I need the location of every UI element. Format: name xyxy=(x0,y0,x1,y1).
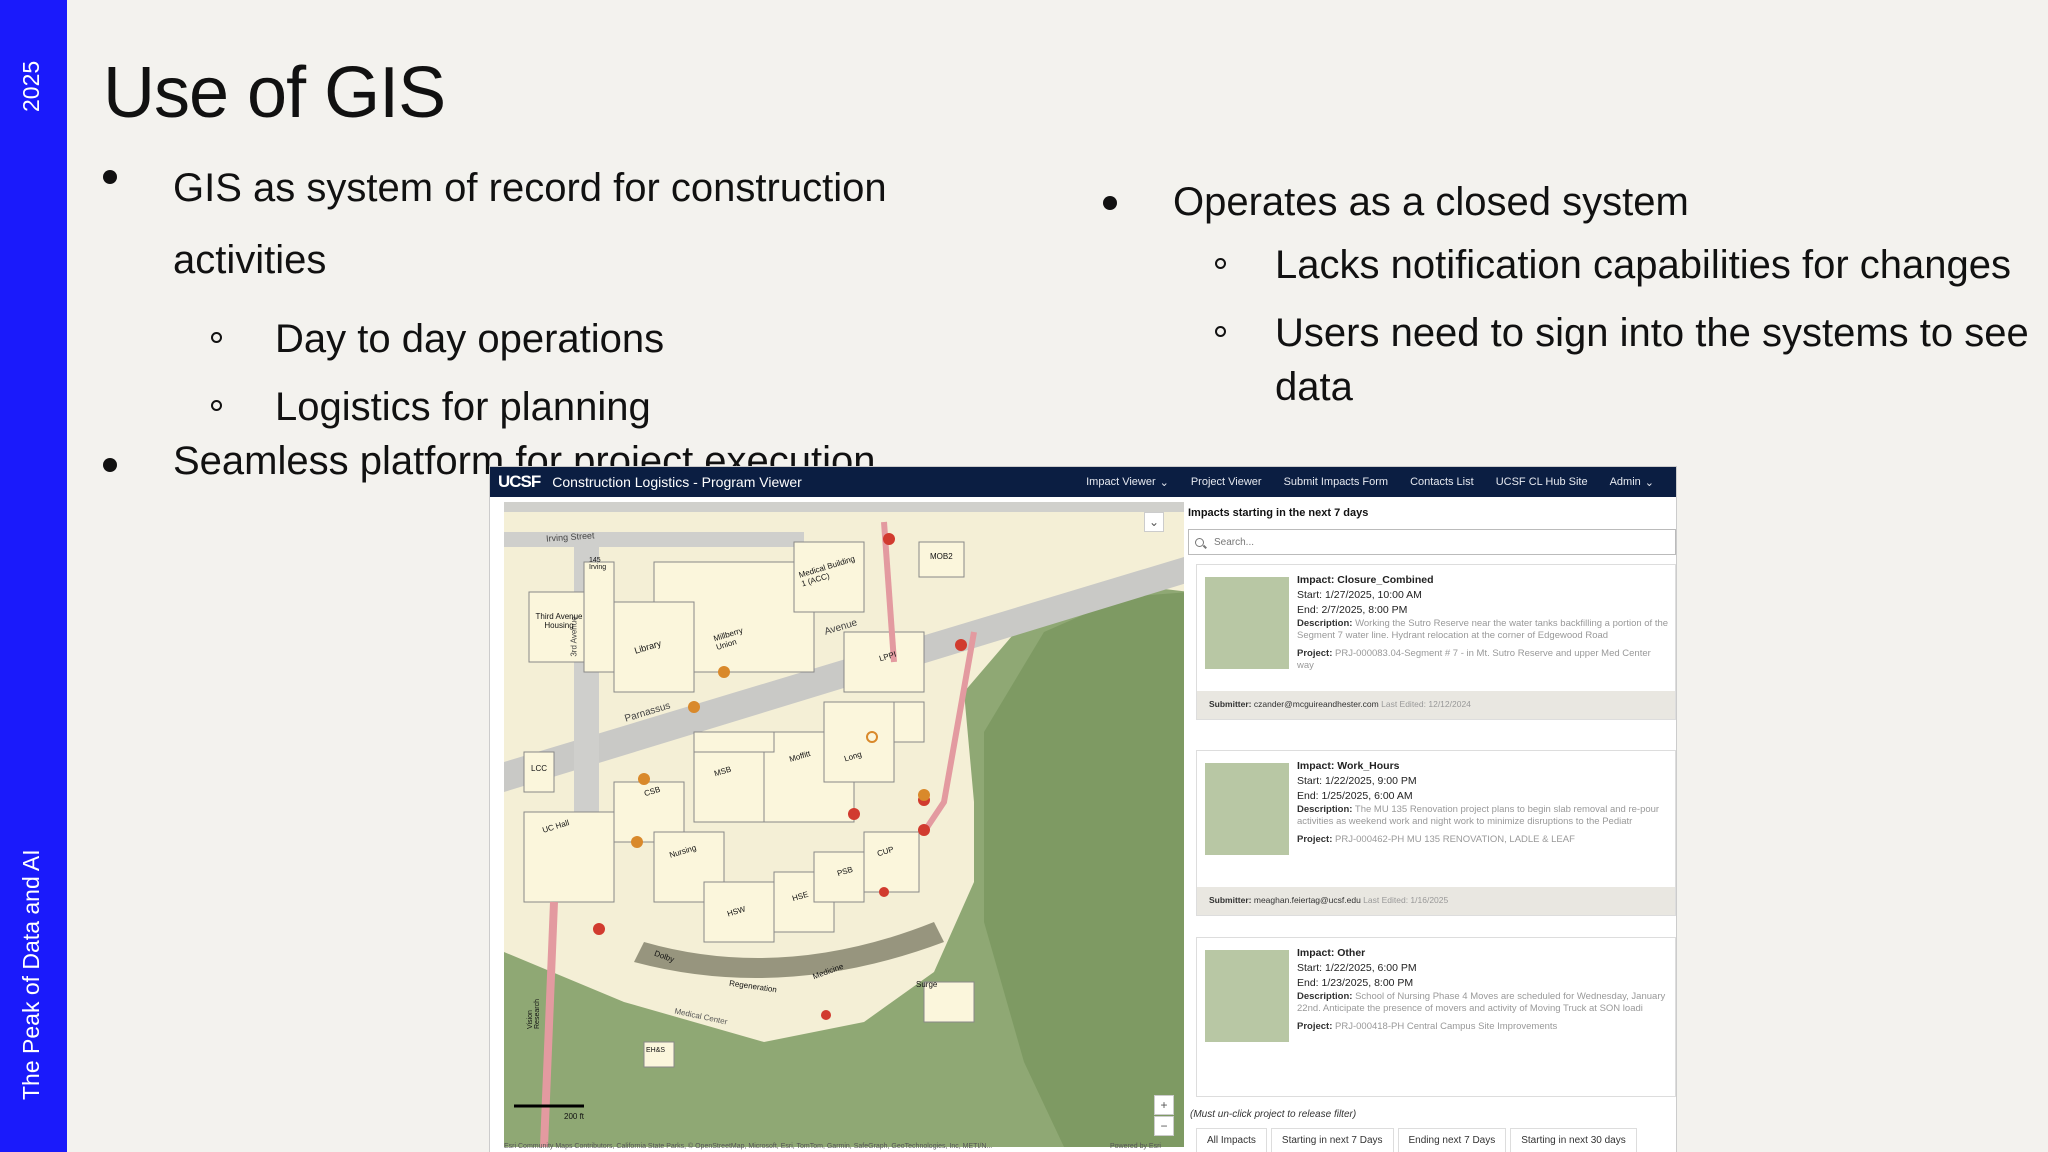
impact-thumbnail xyxy=(1205,950,1289,1042)
sub-bullet-item: Users need to sign into the systems to s… xyxy=(1103,306,2043,414)
sub-bullet-item: Logistics for planning xyxy=(103,380,923,434)
sub-bullet-ring xyxy=(1215,258,1226,269)
map-label: LCC xyxy=(531,764,548,773)
panel-heading: Impacts starting in the next 7 days xyxy=(1188,507,1369,519)
tab-starting-30-days[interactable]: Starting in next 30 days xyxy=(1510,1128,1637,1152)
app-title: Construction Logistics - Program Viewer xyxy=(552,474,802,490)
impact-thumbnail xyxy=(1205,577,1289,669)
chevron-down-icon: ⌄ xyxy=(1644,476,1654,489)
sub-bullet-ring xyxy=(211,332,222,343)
impact-description: Description: Working the Sutro Reserve n… xyxy=(1297,618,1669,641)
impacts-panel: Impacts starting in the next 7 days Sear… xyxy=(1184,497,1676,1152)
bullet-dot xyxy=(1103,196,1117,210)
impact-project[interactable]: Project: PRJ-000418-PH Central Campus Si… xyxy=(1297,1021,1669,1033)
map-canvas xyxy=(504,502,1190,1147)
tab-starting-7-days[interactable]: Starting in next 7 Days xyxy=(1270,1128,1394,1152)
map-label: Third Avenue Housing xyxy=(535,612,583,630)
map-label: MOB2 xyxy=(930,552,953,561)
impact-thumbnail xyxy=(1205,763,1289,855)
collapse-map-button[interactable]: ⌄ xyxy=(1144,512,1164,532)
bullet-dot xyxy=(103,458,117,472)
impact-type: Impact: Closure_Combined xyxy=(1297,574,1434,586)
slide-title: Use of GIS xyxy=(103,53,446,133)
impact-description: Description: The MU 135 Renovation proje… xyxy=(1297,804,1660,827)
map-scale-label: 200 ft xyxy=(564,1112,585,1121)
sub-bullet-ring xyxy=(211,400,222,411)
impact-end: End: 1/23/2025, 8:00 PM xyxy=(1297,977,1414,989)
bullet-item: Operates as a closed system xyxy=(1103,166,2043,238)
impact-card[interactable]: Impact: Other Start: 1/22/2025, 6:00 PM … xyxy=(1196,937,1676,1097)
impact-description: Description: School of Nursing Phase 4 M… xyxy=(1297,991,1666,1014)
sub-bullet-item: Day to day operations xyxy=(103,312,923,366)
impact-type: Impact: Other xyxy=(1297,947,1366,959)
impact-end: End: 2/7/2025, 8:00 PM xyxy=(1297,604,1408,616)
release-filter-note: (Must un-click project to release filter… xyxy=(1190,1109,1357,1120)
zoom-out-button[interactable]: − xyxy=(1154,1116,1174,1136)
nav-submit-impacts[interactable]: Submit Impacts Form xyxy=(1284,476,1389,488)
impact-card[interactable]: Impact: Closure_Combined Start: 1/27/202… xyxy=(1196,564,1676,720)
chevron-down-icon: ⌄ xyxy=(1159,476,1169,489)
band-year: 2025 xyxy=(18,60,44,112)
nav-project-viewer[interactable]: Project Viewer xyxy=(1191,476,1262,488)
map-label: Vision Research xyxy=(527,999,541,1029)
program-viewer-screenshot: UCSF Construction Logistics - Program Vi… xyxy=(490,467,1676,1152)
powered-by-esri[interactable]: Powered by Esri xyxy=(1110,1143,1161,1150)
nav-contacts-list[interactable]: Contacts List xyxy=(1410,476,1474,488)
impact-type: Impact: Work_Hours xyxy=(1297,760,1400,772)
nav-admin[interactable]: Admin xyxy=(1610,476,1641,488)
impact-start: Start: 1/22/2025, 6:00 PM xyxy=(1297,962,1417,974)
tab-all-impacts[interactable]: All Impacts xyxy=(1196,1128,1267,1152)
impact-footer: Submitter: czander@mcguireandhester.com … xyxy=(1197,691,1675,719)
zoom-in-button[interactable]: + xyxy=(1154,1095,1174,1115)
ucsf-logo: UCSF xyxy=(498,472,541,491)
bullet-dot xyxy=(103,170,117,184)
right-bullets: Operates as a closed system Lacks notifi… xyxy=(1103,166,2043,428)
band-tagline: The Peak of Data and AI xyxy=(18,849,44,1100)
search-icon xyxy=(1195,537,1204,547)
impact-start: Start: 1/27/2025, 10:00 AM xyxy=(1297,589,1422,601)
map-label: Surge xyxy=(916,980,938,989)
impact-project[interactable]: Project: PRJ-000083.04-Segment # 7 - in … xyxy=(1297,648,1669,672)
map-label: EH&S xyxy=(646,1047,666,1054)
map-label: 145 Irving xyxy=(589,557,607,571)
left-band: 2025 The Peak of Data and AI xyxy=(0,0,67,1152)
nav-hub-site[interactable]: UCSF CL Hub Site xyxy=(1496,476,1588,488)
app-header: UCSF Construction Logistics - Program Vi… xyxy=(490,467,1676,497)
impact-tabs: All Impacts Starting in next 7 Days Endi… xyxy=(1196,1128,1641,1152)
sub-bullet-item: Lacks notification capabilities for chan… xyxy=(1103,238,2043,292)
sub-bullet-ring xyxy=(1215,326,1226,337)
left-bullets: GIS as system of record for construction… xyxy=(103,152,923,448)
impact-start: Start: 1/22/2025, 9:00 PM xyxy=(1297,775,1417,787)
nav-impact-viewer[interactable]: Impact Viewer xyxy=(1086,476,1156,488)
campus-map[interactable]: ⌄ + − Irving Street Parnassus Avenue 3rd… xyxy=(504,502,1190,1147)
impact-footer: Submitter: meaghan.feiertag@ucsf.edu Las… xyxy=(1197,887,1675,915)
map-attribution: Esri Community Maps Contributors, Califo… xyxy=(504,1143,993,1150)
impact-end: End: 1/25/2025, 6:00 AM xyxy=(1297,790,1413,802)
bullet-item: GIS as system of record for construction… xyxy=(103,152,923,296)
tab-ending-7-days[interactable]: Ending next 7 Days xyxy=(1397,1128,1507,1152)
impact-card[interactable]: Impact: Work_Hours Start: 1/22/2025, 9:0… xyxy=(1196,750,1676,916)
search-input[interactable]: Search... xyxy=(1188,529,1676,555)
impact-project[interactable]: Project: PRJ-000462-PH MU 135 RENOVATION… xyxy=(1297,834,1669,846)
